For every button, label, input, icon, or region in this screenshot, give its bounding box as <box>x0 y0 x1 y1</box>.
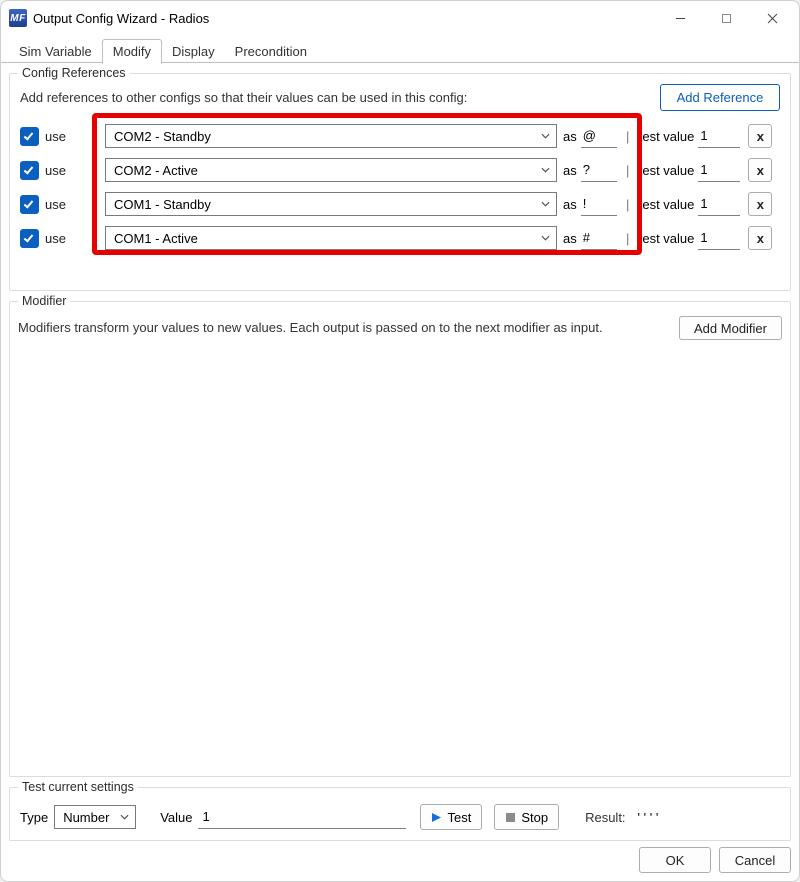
alias-input[interactable] <box>581 125 617 148</box>
delete-reference-button[interactable]: x <box>748 226 772 250</box>
as-label: as <box>563 197 577 212</box>
test-value-label: test value <box>639 129 695 144</box>
type-value: Number <box>63 810 109 825</box>
use-label: use <box>45 163 85 178</box>
use-label: use <box>45 129 85 144</box>
test-value-input[interactable] <box>698 193 740 216</box>
ok-button[interactable]: OK <box>639 847 711 873</box>
delete-reference-button[interactable]: x <box>748 158 772 182</box>
app-icon: MF <box>9 9 27 27</box>
test-settings-group: Test current settings Type Number Value … <box>9 787 791 841</box>
use-checkbox[interactable] <box>20 161 39 180</box>
config-reference-row: use COM2 - Active as | test value x <box>20 153 780 187</box>
result-value: ' ' ' ' <box>638 810 659 825</box>
modifier-legend: Modifier <box>18 294 70 308</box>
type-select[interactable]: Number <box>54 805 136 829</box>
play-icon <box>431 812 442 823</box>
reference-config-select[interactable]: COM1 - Active <box>105 226 557 250</box>
close-button[interactable] <box>749 4 795 32</box>
reference-config-value: COM2 - Standby <box>114 129 211 144</box>
reference-config-select[interactable]: COM1 - Standby <box>105 192 557 216</box>
reference-config-value: COM1 - Active <box>114 231 198 246</box>
minimize-button[interactable] <box>657 4 703 32</box>
window-title: Output Config Wizard - Radios <box>33 11 657 26</box>
stop-button-label: Stop <box>521 810 548 825</box>
as-label: as <box>563 163 577 178</box>
tab-strip: Sim Variable Modify Display Precondition <box>9 35 791 63</box>
test-value-input[interactable] <box>698 227 740 250</box>
as-label: as <box>563 231 577 246</box>
separator: | <box>625 197 631 212</box>
test-button-label: Test <box>447 810 471 825</box>
dialog-buttons: OK Cancel <box>9 841 791 873</box>
stop-button[interactable]: Stop <box>494 804 559 830</box>
alias-input[interactable] <box>581 227 617 250</box>
modifier-header: Modifiers transform your values to new v… <box>18 316 782 340</box>
test-value-input[interactable] <box>698 125 740 148</box>
config-reference-row: use COM1 - Standby as | test value x <box>20 187 780 221</box>
test-settings-legend: Test current settings <box>18 780 138 794</box>
add-reference-button[interactable]: Add Reference <box>660 84 780 111</box>
reference-config-value: COM2 - Active <box>114 163 198 178</box>
tab-sim-variable[interactable]: Sim Variable <box>9 40 102 63</box>
test-value-label: test value <box>639 163 695 178</box>
add-modifier-button[interactable]: Add Modifier <box>679 316 782 340</box>
config-references-legend: Config References <box>18 66 130 80</box>
maximize-button[interactable] <box>703 4 749 32</box>
chevron-down-icon <box>541 234 550 243</box>
stop-icon <box>505 812 516 823</box>
chevron-down-icon <box>541 132 550 141</box>
window-controls <box>657 4 795 32</box>
use-label: use <box>45 197 85 212</box>
value-input[interactable] <box>198 806 406 829</box>
result-label: Result: <box>585 810 625 825</box>
tab-precondition[interactable]: Precondition <box>225 40 317 63</box>
use-checkbox[interactable] <box>20 229 39 248</box>
separator: | <box>625 129 631 144</box>
reference-config-select[interactable]: COM2 - Active <box>105 158 557 182</box>
tab-modify[interactable]: Modify <box>102 39 162 64</box>
delete-reference-button[interactable]: x <box>748 192 772 216</box>
chevron-down-icon <box>541 166 550 175</box>
test-button[interactable]: Test <box>420 804 482 830</box>
config-references-group: Config References Add references to othe… <box>9 73 791 291</box>
reference-config-value: COM1 - Standby <box>114 197 211 212</box>
chevron-down-icon <box>541 200 550 209</box>
use-checkbox[interactable] <box>20 127 39 146</box>
modifier-group: Modifier Modifiers transform your values… <box>9 301 791 777</box>
modifier-desc: Modifiers transform your values to new v… <box>18 316 603 335</box>
as-label: as <box>563 129 577 144</box>
alias-input[interactable] <box>581 193 617 216</box>
client-area: Sim Variable Modify Display Precondition… <box>1 35 799 881</box>
window: MF Output Config Wizard - Radios Sim Var… <box>0 0 800 882</box>
config-reference-row: use COM1 - Active as | test value x <box>20 221 780 255</box>
type-label: Type <box>20 810 48 825</box>
test-row: Type Number Value Test Stop Result <box>18 802 782 832</box>
cancel-button[interactable]: Cancel <box>719 847 791 873</box>
test-value-input[interactable] <box>698 159 740 182</box>
config-references-header: Add references to other configs so that … <box>18 90 782 105</box>
value-label: Value <box>160 810 192 825</box>
config-reference-row: use COM2 - Standby as | test value x <box>20 119 780 153</box>
config-reference-rows: use COM2 - Standby as | test value x <box>18 115 782 259</box>
separator: | <box>625 163 631 178</box>
delete-reference-button[interactable]: x <box>748 124 772 148</box>
test-value-label: test value <box>639 197 695 212</box>
reference-config-select[interactable]: COM2 - Standby <box>105 124 557 148</box>
alias-input[interactable] <box>581 159 617 182</box>
separator: | <box>625 231 631 246</box>
use-label: use <box>45 231 85 246</box>
test-value-label: test value <box>639 231 695 246</box>
titlebar: MF Output Config Wizard - Radios <box>1 1 799 35</box>
use-checkbox[interactable] <box>20 195 39 214</box>
chevron-down-icon <box>120 813 129 822</box>
tab-display[interactable]: Display <box>162 40 225 63</box>
